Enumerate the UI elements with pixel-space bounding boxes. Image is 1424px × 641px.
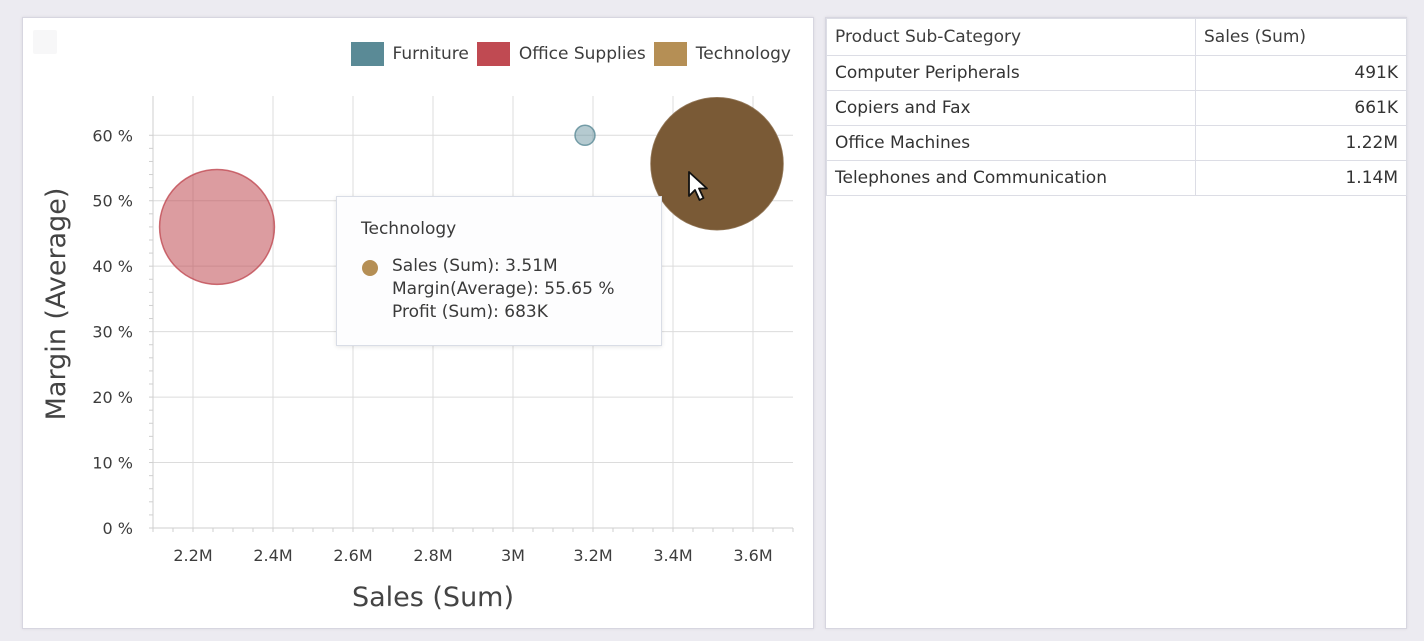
chart-legend: Furniture Office Supplies Technology bbox=[343, 42, 791, 66]
y-tick-label: 50 % bbox=[92, 192, 133, 211]
legend-item-furniture[interactable]: Furniture bbox=[350, 42, 469, 66]
y-tick-label: 10 % bbox=[92, 454, 133, 473]
cell-sales: 491K bbox=[1195, 55, 1407, 91]
legend-label: Furniture bbox=[392, 44, 469, 64]
legend-label: Technology bbox=[695, 44, 791, 64]
legend-item-office-supplies[interactable]: Office Supplies bbox=[476, 42, 646, 66]
y-tick-label: 0 % bbox=[103, 519, 133, 538]
y-axis-title: Margin (Average) bbox=[41, 188, 72, 421]
x-tick-label: 2.6M bbox=[333, 546, 372, 565]
cell-sub-category: Computer Peripherals bbox=[826, 55, 1196, 91]
chart-tooltip: Technology Sales (Sum): 3.51M Margin(Ave… bbox=[336, 196, 662, 346]
data-grid: Product Sub-Category Sales (Sum) Compute… bbox=[826, 18, 1407, 196]
column-header-sub-category[interactable]: Product Sub-Category bbox=[826, 18, 1196, 56]
legend-swatch-office-supplies bbox=[476, 42, 510, 66]
tooltip-profit: Profit (Sum): 683K bbox=[392, 302, 548, 322]
x-axis-title: Sales (Sum) bbox=[352, 582, 514, 613]
x-tick-label: 3.2M bbox=[573, 546, 612, 565]
chart-panel: 2.2M 2.4M 2.6M 2.8M 3M 3.2M 3.4M 3.6M 0 % 10 % 20 … bbox=[22, 17, 814, 629]
table-row[interactable]: Computer Peripherals 491K bbox=[826, 55, 1407, 91]
x-tick-label: 2.2M bbox=[173, 546, 212, 565]
y-tick-label: 30 % bbox=[92, 323, 133, 342]
cell-sales: 661K bbox=[1195, 90, 1407, 126]
table-row[interactable]: Office Machines 1.22M bbox=[826, 125, 1407, 161]
x-tick-label: 3.6M bbox=[733, 546, 772, 565]
tooltip-title: Technology bbox=[361, 219, 457, 239]
cell-sales: 1.14M bbox=[1195, 160, 1407, 196]
tooltip-margin: Margin(Average): 55.65 % bbox=[392, 279, 615, 299]
cell-sales: 1.22M bbox=[1195, 125, 1407, 161]
y-tick-label: 60 % bbox=[92, 126, 133, 145]
table-row[interactable]: Copiers and Fax 661K bbox=[826, 90, 1407, 126]
y-tick-label: 40 % bbox=[92, 257, 133, 276]
cell-sub-category: Copiers and Fax bbox=[826, 90, 1196, 126]
legend-label: Office Supplies bbox=[518, 44, 646, 64]
cell-sub-category: Telephones and Communication bbox=[826, 160, 1196, 196]
tooltip-series-dot bbox=[362, 260, 378, 276]
x-tick-label: 2.8M bbox=[413, 546, 452, 565]
x-tick-label: 2.4M bbox=[253, 546, 292, 565]
table-row[interactable]: Telephones and Communication 1.14M bbox=[826, 160, 1407, 196]
cell-sub-category: Office Machines bbox=[826, 125, 1196, 161]
legend-swatch-furniture bbox=[350, 42, 384, 66]
bubble-furniture bbox=[574, 124, 596, 147]
tooltip-sales: Sales (Sum): 3.51M bbox=[392, 256, 558, 276]
x-tick-label: 3.4M bbox=[653, 546, 692, 565]
grid-header-row: Product Sub-Category Sales (Sum) bbox=[826, 18, 1407, 56]
bubble-office-supplies bbox=[158, 168, 276, 286]
legend-item-technology[interactable]: Technology bbox=[653, 42, 791, 66]
data-grid-panel: Product Sub-Category Sales (Sum) Compute… bbox=[825, 17, 1407, 629]
y-tick-label: 20 % bbox=[92, 388, 133, 407]
mouse-cursor-icon bbox=[688, 171, 708, 201]
column-header-sales[interactable]: Sales (Sum) bbox=[1195, 18, 1407, 56]
bubble-technology bbox=[650, 96, 784, 231]
x-tick-label: 3M bbox=[501, 546, 525, 565]
legend-swatch-technology bbox=[653, 42, 687, 66]
